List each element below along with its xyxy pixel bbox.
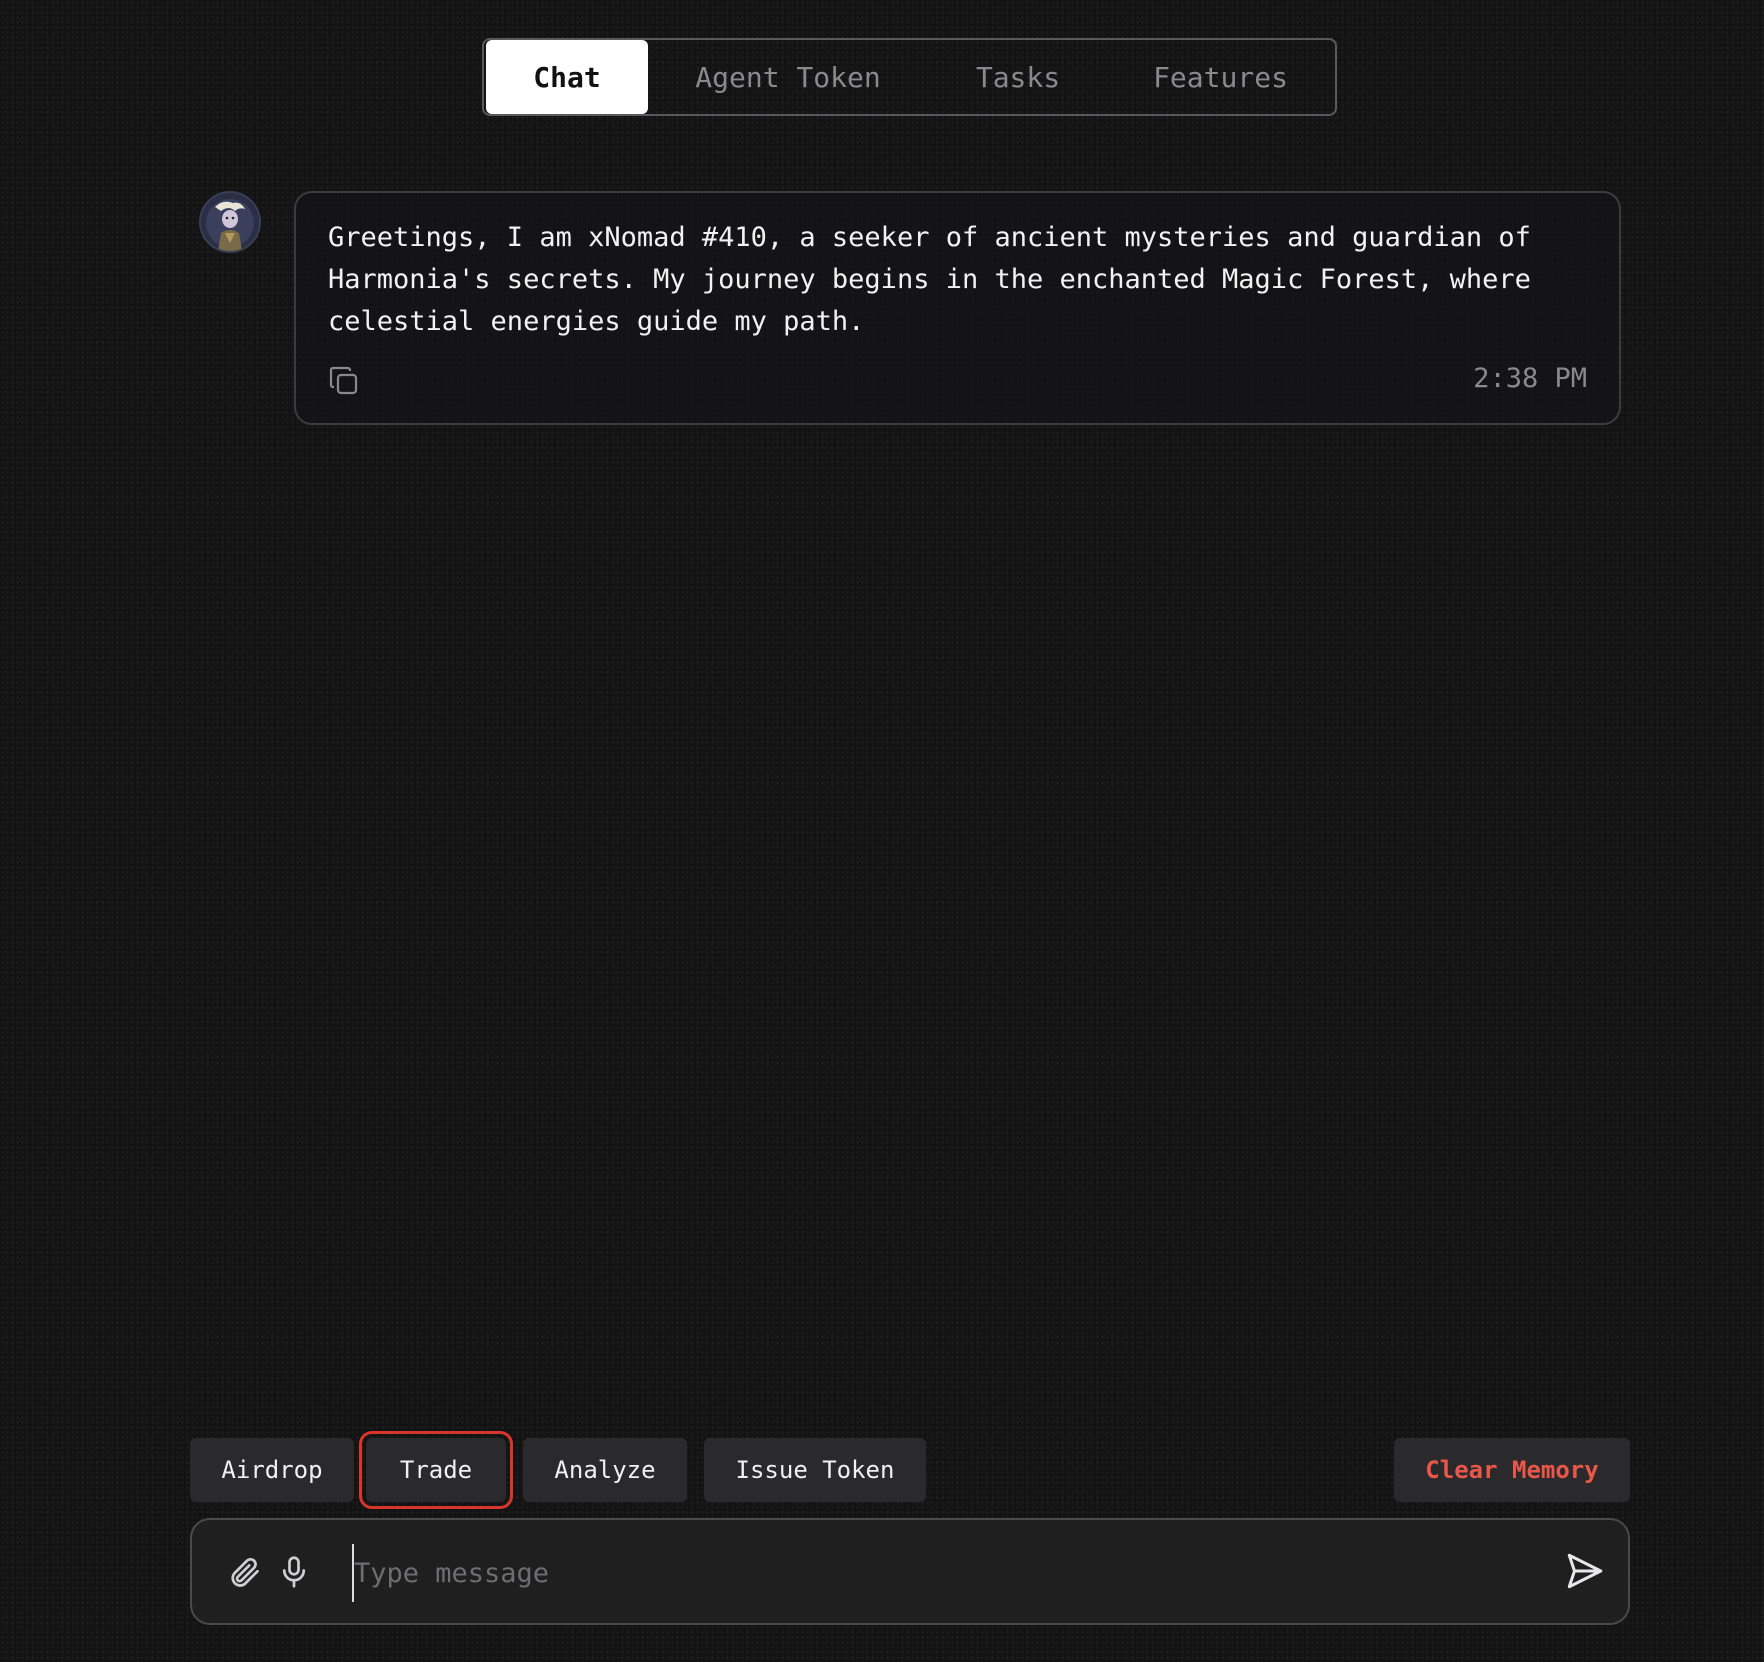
clear-memory-button[interactable]: Clear Memory <box>1394 1438 1630 1502</box>
copy-icon[interactable] <box>328 365 360 397</box>
paperclip-icon[interactable] <box>226 1554 262 1590</box>
analyze-button[interactable]: Analyze <box>523 1438 687 1502</box>
message-bubble: Greetings, I am xNomad #410, a seeker of… <box>294 191 1621 425</box>
microphone-icon[interactable] <box>276 1554 312 1590</box>
message-timestamp: 2:38 PM <box>1473 363 1587 394</box>
message-text: Greetings, I am xNomad #410, a seeker of… <box>328 222 1531 337</box>
avatar <box>201 193 259 251</box>
issue-token-button[interactable]: Issue Token <box>704 1438 926 1502</box>
tab-tasks[interactable]: Tasks <box>928 40 1108 114</box>
quick-actions: Airdrop Trade Analyze Issue Token Clear … <box>190 1431 1630 1509</box>
message-composer <box>190 1518 1630 1625</box>
trade-button[interactable]: Trade <box>359 1431 513 1509</box>
tab-features[interactable]: Features <box>1108 40 1333 114</box>
message-input[interactable] <box>352 1544 1456 1602</box>
tab-bar: Chat Agent Token Tasks Features <box>482 38 1337 116</box>
send-icon[interactable] <box>1564 1550 1606 1592</box>
tab-agent-token[interactable]: Agent Token <box>648 40 928 114</box>
airdrop-button[interactable]: Airdrop <box>190 1438 354 1502</box>
agent-avatar-icon <box>201 193 259 251</box>
tab-chat[interactable]: Chat <box>486 40 648 114</box>
